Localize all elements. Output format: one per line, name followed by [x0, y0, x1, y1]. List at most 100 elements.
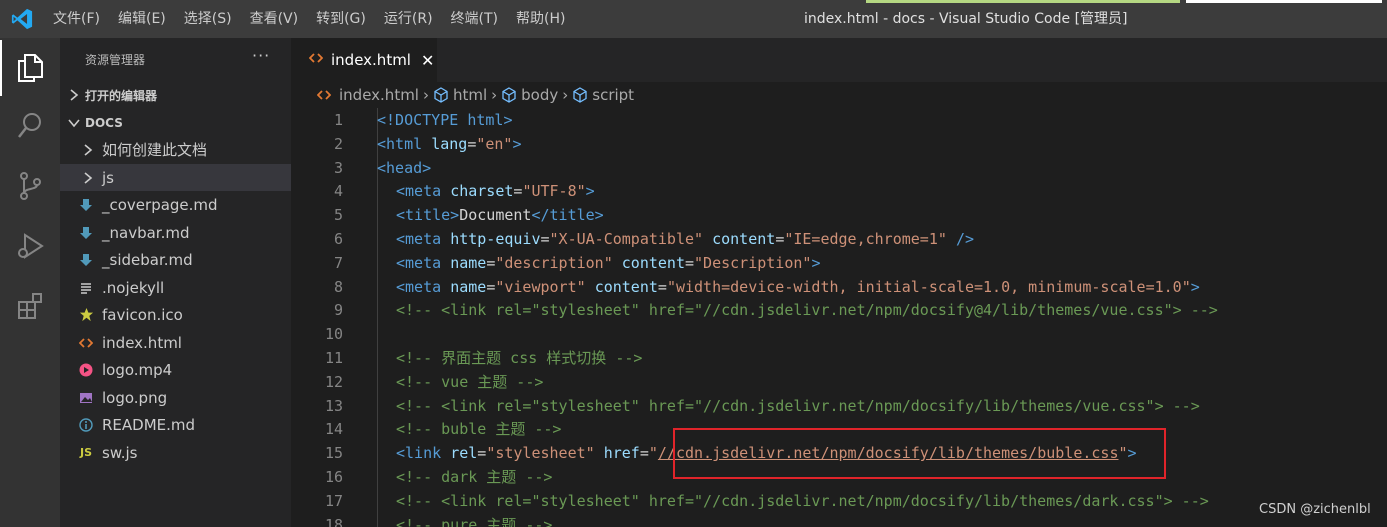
- code-token: =: [477, 444, 487, 463]
- code-token: =: [775, 230, 785, 248]
- tree-file-logo-png[interactable]: logo.png: [60, 384, 291, 411]
- search-icon[interactable]: [0, 98, 60, 154]
- code-line[interactable]: 18 <!-- pure 主题 -->: [291, 513, 1387, 527]
- title-accent-bar-2: [1186, 0, 1382, 3]
- code-token: html: [467, 111, 504, 129]
- activity-bar: [0, 38, 60, 527]
- code-line[interactable]: 6 <meta http-equiv="X-UA-Compatible" cont…: [291, 227, 1387, 251]
- line-number: 5: [333, 206, 343, 225]
- code-token: ": [648, 444, 658, 463]
- video-icon: [78, 362, 94, 378]
- code-line[interactable]: 5 <title>Document</title>: [291, 203, 1387, 227]
- tree-file-index-html[interactable]: index.html: [60, 329, 291, 356]
- tree-item-label: favicon.ico: [102, 305, 183, 324]
- code-line[interactable]: 8 <meta name="viewport" content="width=de…: [291, 275, 1387, 299]
- folder-section-docs[interactable]: DOCS: [60, 112, 291, 134]
- line-code: <html lang="en">: [377, 132, 522, 156]
- menu-selection[interactable]: 选择(S): [175, 0, 241, 38]
- menu-edit[interactable]: 编辑(E): [109, 0, 175, 38]
- tree-file-readme[interactable]: README.md: [60, 411, 291, 438]
- breadcrumb-label: index.html: [339, 86, 419, 104]
- code-token: "stylesheet": [486, 444, 595, 463]
- menu-help[interactable]: 帮助(H): [507, 0, 574, 38]
- close-icon[interactable]: ✕: [421, 51, 434, 70]
- code-token: <title>: [396, 206, 460, 225]
- menu-terminal[interactable]: 终端(T): [442, 0, 507, 38]
- code-token: >: [585, 182, 595, 201]
- breadcrumb-html[interactable]: html: [433, 86, 487, 104]
- menu-file[interactable]: 文件(F): [44, 0, 109, 38]
- tree-file-favicon[interactable]: favicon.ico: [60, 301, 291, 328]
- tree-folder-docs-guide[interactable]: 如何创建此文档: [60, 136, 291, 163]
- code-token: />: [955, 230, 974, 248]
- code-line[interactable]: 3 <head>: [291, 156, 1387, 180]
- code-line[interactable]: 2 <html lang="en">: [291, 132, 1387, 156]
- code-token: <meta: [396, 277, 451, 296]
- code-line[interactable]: 4 <meta charset="UTF-8">: [291, 179, 1387, 203]
- code-token: "IE=edge,chrome=1": [784, 230, 947, 248]
- line-number: 7: [333, 253, 343, 272]
- more-actions-icon[interactable]: ···: [252, 46, 270, 65]
- code-token: <!-- dark 主题 -->: [396, 468, 553, 486]
- code-token: http-equiv: [450, 230, 541, 248]
- tree-file-sw-js[interactable]: JS sw.js: [60, 439, 291, 466]
- breadcrumb-body[interactable]: body: [501, 86, 558, 104]
- text-file-icon: [78, 280, 94, 296]
- tree-item-label: README.md: [102, 415, 196, 434]
- code-token: =: [685, 253, 695, 272]
- tree-item-label: _navbar.md: [102, 223, 190, 242]
- code-line[interactable]: 11 <!-- 界面主题 css 样式切换 -->: [291, 346, 1387, 370]
- menu-view[interactable]: 查看(V): [241, 0, 308, 38]
- tree-file-nojekyll[interactable]: .nojekyll: [60, 274, 291, 301]
- vscode-logo-icon: [11, 8, 33, 30]
- tree-file-coverpage[interactable]: _coverpage.md: [60, 191, 291, 218]
- tree-item-label: index.html: [102, 333, 182, 352]
- tree-item-label: logo.png: [102, 388, 168, 407]
- code-line[interactable]: 1 <!DOCTYPE html>: [291, 108, 1387, 132]
- line-number: 11: [324, 349, 343, 367]
- code-token: <!-- <link rel="stylesheet" href="//cdn.…: [396, 491, 1209, 510]
- tab-index-html[interactable]: index.html ✕: [291, 38, 437, 82]
- code-line[interactable]: 9 <!-- <link rel="stylesheet" href="//cdn…: [291, 298, 1387, 322]
- code-line[interactable]: 12 <!-- vue 主题 -->: [291, 370, 1387, 394]
- code-token: content: [621, 253, 685, 272]
- chevron-right-icon: [63, 89, 85, 101]
- source-control-icon[interactable]: [0, 158, 60, 214]
- extensions-icon[interactable]: [0, 278, 60, 334]
- tree-item-label: logo.mp4: [102, 360, 173, 379]
- markdown-icon: [78, 197, 94, 213]
- breadcrumb-script[interactable]: script: [572, 86, 634, 104]
- menu-run[interactable]: 运行(R): [375, 0, 442, 38]
- code-line[interactable]: 17 <!-- <link rel="stylesheet" href="//cd…: [291, 489, 1387, 513]
- line-number: 17: [324, 491, 343, 510]
- html-icon: [78, 335, 94, 351]
- run-debug-icon[interactable]: [0, 218, 60, 274]
- explorer-icon[interactable]: [0, 40, 60, 96]
- markdown-icon: [78, 252, 94, 268]
- window-title: index.html - docs - Visual Studio Code […: [804, 11, 1128, 27]
- tree-file-navbar[interactable]: _navbar.md: [60, 219, 291, 246]
- tree-folder-js[interactable]: js: [60, 164, 291, 191]
- tree-file-logo-mp4[interactable]: logo.mp4: [60, 356, 291, 383]
- code-token: =: [486, 277, 496, 296]
- code-line[interactable]: 10: [291, 322, 1387, 346]
- open-editors-section[interactable]: 打开的编辑器: [60, 84, 291, 106]
- code-line[interactable]: 7 <meta name="description" content="Descr…: [291, 251, 1387, 275]
- line-number: 13: [324, 396, 343, 415]
- code-line[interactable]: 13 <!-- <link rel="stylesheet" href="//cd…: [291, 394, 1387, 418]
- line-code: <!DOCTYPE html>: [377, 108, 512, 132]
- open-editors-label: 打开的编辑器: [85, 88, 158, 103]
- code-token: >: [503, 111, 513, 129]
- symbol-element-icon: [434, 87, 448, 103]
- breadcrumb-label: html: [452, 86, 488, 104]
- tree-item-label: _sidebar.md: [102, 250, 193, 269]
- breadcrumb-file[interactable]: index.html: [317, 86, 419, 104]
- menu-go[interactable]: 转到(G): [307, 0, 375, 38]
- tree-file-sidebar[interactable]: _sidebar.md: [60, 246, 291, 273]
- line-number: 12: [324, 372, 343, 391]
- line-code: <!-- dark 主题 -->: [396, 465, 552, 489]
- star-icon: [78, 307, 94, 323]
- folder-label: DOCS: [85, 116, 123, 130]
